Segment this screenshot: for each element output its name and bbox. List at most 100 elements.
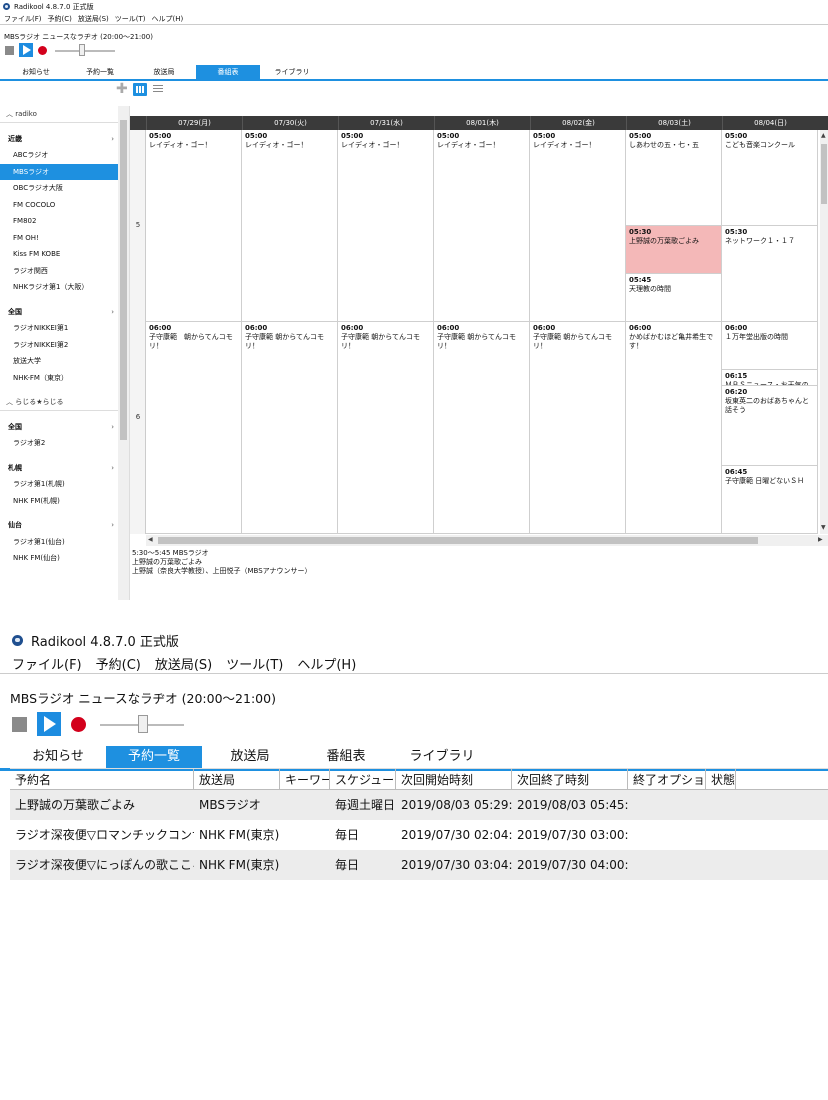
program-cell[interactable]: 05:00 レイディオ・ゴー！	[146, 130, 241, 322]
record-button[interactable]	[38, 45, 47, 55]
program-cell[interactable]: 05:00 レイディオ・ゴー！	[338, 130, 433, 322]
menu-file[interactable]: ファイル(F)	[4, 14, 42, 24]
col-header-schedule[interactable]: スケジュール	[330, 769, 396, 789]
chevron-right-icon[interactable]: ›	[111, 460, 114, 477]
sidebar-group-radiru[interactable]: ︿ らじる★らじる	[0, 394, 118, 411]
menu-station[interactable]: 放送局(S)	[78, 14, 109, 24]
sidebar-station[interactable]: MBSラジオ	[0, 163, 118, 180]
program-cell[interactable]: 06:00 １万年堂出版の時間	[722, 322, 817, 370]
play-button[interactable]	[37, 712, 61, 736]
menu-tools[interactable]: ツール(T)	[115, 14, 146, 24]
sidebar-station[interactable]: ラジオ関西	[0, 263, 118, 280]
tab-library[interactable]: ライブラリ	[394, 746, 490, 768]
sidebar-region-kinki[interactable]: 近畿 ›	[0, 131, 118, 148]
collapse-icon[interactable]: ︿	[6, 398, 15, 406]
sidebar-station[interactable]: NHK-FM（東京）	[0, 370, 118, 387]
sidebar-station[interactable]: 放送大学	[0, 353, 118, 370]
sidebar-station[interactable]: OBCラジオ大阪	[0, 180, 118, 197]
menu-tools[interactable]: ツール(T)	[226, 654, 283, 673]
sidebar-station[interactable]: NHK FM(札幌)	[0, 493, 118, 510]
chevron-right-icon[interactable]: ›	[111, 419, 114, 436]
program-cell[interactable]: 05:45 天理教の時間	[626, 274, 721, 322]
play-button[interactable]	[19, 43, 33, 57]
table-row[interactable]: ラジオ深夜便▽ロマンチックコンサート NHK FM(東京) 毎日 2019/07/30…	[10, 820, 828, 850]
grid-vertical-scrollbar[interactable]: ▲ ▼	[820, 130, 828, 534]
menu-reserve[interactable]: 予約(C)	[48, 14, 72, 24]
volume-slider[interactable]	[100, 715, 184, 733]
list-view-icon[interactable]	[153, 85, 163, 94]
sidebar-station[interactable]: FM802	[0, 213, 118, 230]
chevron-right-icon[interactable]: ›	[111, 131, 114, 148]
stop-button[interactable]	[12, 716, 27, 732]
scroll-right-icon[interactable]: ▶	[818, 536, 823, 544]
program-cell[interactable]: 05:00 レイディオ・ゴー！	[530, 130, 625, 322]
program-cell[interactable]: 06:20 坂東英二のおばあちゃんと話そう	[722, 386, 817, 466]
program-cell[interactable]: 06:00 子守康範 朝からてんコモリ！	[434, 322, 529, 534]
scroll-down-icon[interactable]: ▼	[821, 524, 826, 532]
col-header-name[interactable]: 予約名	[10, 769, 194, 789]
program-cell[interactable]: 05:00 レイディオ・ゴー！	[242, 130, 337, 322]
sidebar-station[interactable]: ラジオNIKKEI第1	[0, 320, 118, 337]
program-cell[interactable]: 05:00 レイディオ・ゴー！	[434, 130, 529, 322]
sidebar-station[interactable]: FM OH!	[0, 230, 118, 247]
menu-help[interactable]: ヘルプ(H)	[297, 654, 356, 673]
grid-view-icon[interactable]	[133, 83, 147, 96]
menu-file[interactable]: ファイル(F)	[12, 654, 82, 673]
tab-stations[interactable]: 放送局	[202, 746, 298, 768]
program-cell[interactable]: 06:00 かめばかむほど亀井希生です！	[626, 322, 721, 534]
tab-library[interactable]: ライブラリ	[260, 65, 324, 79]
col-header-next-start[interactable]: 次回開始時刻	[396, 769, 512, 789]
grid-horizontal-scrollbar[interactable]: ◀ ▶	[146, 535, 828, 546]
program-cell[interactable]: 06:00 子守康範 朝からてんコモリ！	[530, 322, 625, 534]
program-cell[interactable]: 05:30 上野誠の万葉歌ごよみ	[626, 226, 721, 274]
sidebar-station[interactable]: NHKラジオ第1（大阪）	[0, 279, 118, 296]
chevron-right-icon[interactable]: ›	[111, 304, 114, 321]
col-header-keyword[interactable]: キーワード	[280, 769, 330, 789]
record-button[interactable]	[71, 716, 86, 732]
sidebar-station[interactable]: ラジオ第1(札幌)	[0, 476, 118, 493]
table-row[interactable]: ラジオ深夜便▽にっぽんの歌こころの歌 NHK FM(東京) 毎日 2019/07/30…	[10, 850, 828, 880]
program-cell[interactable]: 06:00 子守康範 朝からてんコモリ！	[242, 322, 337, 534]
tab-program-guide[interactable]: 番組表	[298, 746, 394, 768]
volume-slider[interactable]	[55, 44, 115, 56]
sidebar-station[interactable]: NHK FM(仙台)	[0, 550, 118, 567]
sidebar-region-zenkoku[interactable]: 全国 ›	[0, 304, 118, 321]
scroll-left-icon[interactable]: ◀	[148, 536, 153, 544]
tab-reservations[interactable]: 予約一覧	[106, 746, 202, 768]
scrollbar-thumb[interactable]	[821, 144, 827, 204]
tab-reservations[interactable]: 予約一覧	[68, 65, 132, 79]
col-header-status[interactable]: 状態	[706, 769, 736, 789]
menu-station[interactable]: 放送局(S)	[155, 654, 212, 673]
sidebar-group-radiko[interactable]: ︿ radiko	[0, 106, 118, 123]
sidebar-region-sendai[interactable]: 仙台 ›	[0, 517, 118, 534]
tab-notices[interactable]: お知らせ	[10, 746, 106, 768]
scrollbar-thumb[interactable]	[158, 537, 758, 544]
chevron-right-icon[interactable]: ›	[111, 517, 114, 534]
sidebar-station[interactable]: FM COCOLO	[0, 197, 118, 214]
menu-help[interactable]: ヘルプ(H)	[152, 14, 184, 24]
sidebar-region-sapporo[interactable]: 札幌 ›	[0, 460, 118, 477]
sidebar-region-zenkoku2[interactable]: 全国 ›	[0, 419, 118, 436]
tab-notices[interactable]: お知らせ	[4, 65, 68, 79]
sidebar-station[interactable]: Kiss FM KOBE	[0, 246, 118, 263]
sidebar-station[interactable]: ラジオNIKKEI第2	[0, 337, 118, 354]
plus-icon[interactable]: ✚	[116, 82, 128, 96]
table-row[interactable]: 上野誠の万葉歌ごよみ MBSラジオ 毎週土曜日 2019/08/03 05:29:45…	[10, 790, 828, 820]
scrollbar-thumb[interactable]	[120, 120, 127, 440]
stop-button[interactable]	[5, 45, 14, 55]
sidebar-scrollbar[interactable]	[118, 106, 129, 600]
tab-program-guide[interactable]: 番組表	[196, 65, 260, 79]
menu-reserve[interactable]: 予約(C)	[96, 654, 141, 673]
sidebar-station[interactable]: ラジオ第1(仙台)	[0, 534, 118, 551]
program-cell[interactable]: 05:00 しあわせの五・七・五	[626, 130, 721, 226]
col-header-end-option[interactable]: 終了オプション	[628, 769, 706, 789]
program-cell[interactable]: 06:45 子守康範 日曜どないＳＨ	[722, 466, 817, 534]
sidebar-station[interactable]: ABCラジオ	[0, 147, 118, 164]
program-cell[interactable]: 05:00 こども音楽コンクール	[722, 130, 817, 226]
collapse-icon[interactable]: ︿	[6, 110, 15, 118]
tab-stations[interactable]: 放送局	[132, 65, 196, 79]
program-cell[interactable]: 06:15ＭＢＳニュース・お天気のお知らせ	[722, 370, 817, 386]
volume-slider-thumb[interactable]	[79, 44, 85, 56]
col-header-station[interactable]: 放送局	[194, 769, 280, 789]
program-cell[interactable]: 05:30 ネットワーク１・１７	[722, 226, 817, 322]
